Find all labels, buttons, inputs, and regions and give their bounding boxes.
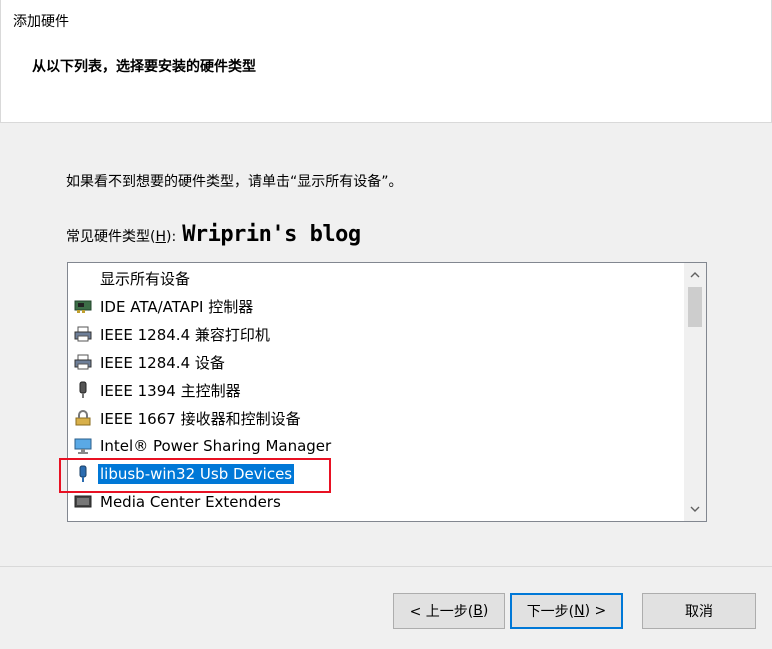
list-item[interactable]: IEEE 1284.4 兼容打印机 <box>74 322 272 346</box>
back-button[interactable]: < 上一步(B) <box>393 593 505 629</box>
printer-icon <box>74 353 92 371</box>
cancel-button[interactable]: 取消 <box>642 593 756 629</box>
list-item-label: 显示所有设备 <box>100 269 191 288</box>
list-item-label: IEEE 1394 主控制器 <box>100 381 241 400</box>
list-item-label: IEEE 1284.4 设备 <box>100 353 225 372</box>
hardware-type-label: 常见硬件类型(H): <box>66 229 177 245</box>
footer-divider <box>0 566 772 567</box>
wizard-header: 添加硬件 从以下列表，选择要安装的硬件类型 <box>0 0 772 123</box>
chevron-up-icon <box>690 272 700 278</box>
hardware-type-label-row: 常见硬件类型(H): Wriprin's blog <box>66 224 361 246</box>
scroll-down-button[interactable] <box>684 499 706 519</box>
ide-controller-icon <box>74 297 92 315</box>
media-center-icon <box>74 493 92 511</box>
vertical-scrollbar[interactable] <box>684 263 706 521</box>
list-item[interactable]: IEEE 1284.4 设备 <box>74 350 227 374</box>
list-item[interactable]: Intel® Power Sharing Manager <box>74 434 333 458</box>
list-item-label: IEEE 1284.4 兼容打印机 <box>100 325 270 344</box>
list-item[interactable]: Media Center Extenders <box>74 490 283 514</box>
firewire-icon <box>74 381 92 399</box>
annotation-highlight-box <box>59 458 331 493</box>
security-device-icon <box>74 409 92 427</box>
chevron-down-icon <box>690 506 700 512</box>
monitor-icon <box>74 437 92 455</box>
list-item[interactable]: IDE ATA/ATAPI 控制器 <box>74 294 255 318</box>
instruction-text: 如果看不到想要的硬件类型，请单击“显示所有设备”。 <box>66 174 403 190</box>
add-hardware-dialog: 添加硬件 从以下列表，选择要安装的硬件类型 如果看不到想要的硬件类型，请单击“显… <box>0 0 772 649</box>
list-item-label: IEEE 1667 接收器和控制设备 <box>100 409 301 428</box>
list-item-label: Media Center Extenders <box>100 493 281 511</box>
list-item[interactable]: IEEE 1394 主控制器 <box>74 378 243 402</box>
list-item-label: IDE ATA/ATAPI 控制器 <box>100 297 254 316</box>
printer-icon <box>74 325 92 343</box>
list-item[interactable]: IEEE 1667 接收器和控制设备 <box>74 406 303 430</box>
list-item[interactable]: 显示所有设备 <box>98 266 192 290</box>
next-button[interactable]: 下一步(N) > <box>510 593 623 629</box>
list-item-label: Intel® Power Sharing Manager <box>100 437 332 455</box>
watermark-text: Wriprin's blog <box>182 222 361 247</box>
window-title: 添加硬件 <box>13 14 69 30</box>
scroll-thumb[interactable] <box>688 287 702 327</box>
scroll-up-button[interactable] <box>684 265 706 285</box>
wizard-subtitle: 从以下列表，选择要安装的硬件类型 <box>32 59 256 75</box>
